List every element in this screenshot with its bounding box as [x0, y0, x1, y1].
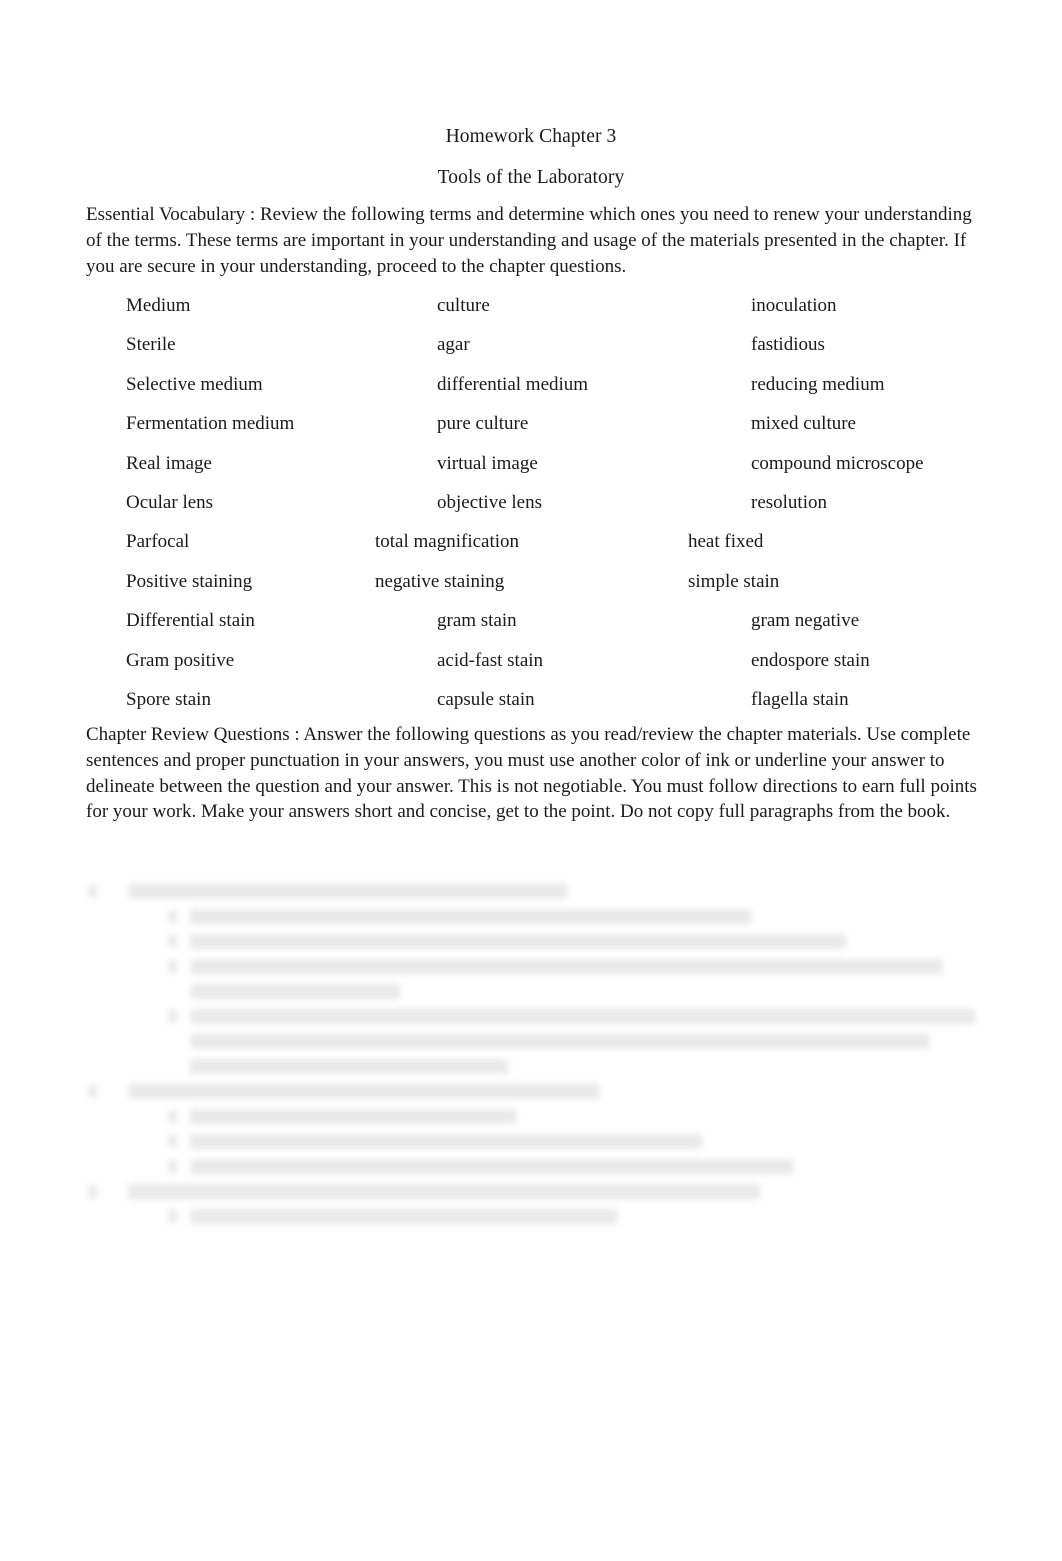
vocabulary-row: Medium culture inoculation	[0, 294, 1062, 318]
page-title: Homework Chapter 3	[445, 126, 617, 147]
vocabulary-term: acid-fast stain	[437, 649, 544, 671]
blurred-answer-line	[190, 1159, 794, 1174]
vocabulary-term: negative staining	[375, 570, 505, 592]
list-marker	[88, 1085, 97, 1098]
vocabulary-row: Sterile agar fastidious	[0, 333, 1062, 357]
blurred-answer-line	[190, 1059, 508, 1074]
vocabulary-term: virtual image	[437, 452, 538, 474]
list-marker	[168, 935, 177, 948]
chapter-review-questions-paragraph: Chapter Review Questions : Answer the fo…	[86, 724, 977, 823]
list-marker	[168, 910, 177, 923]
vocabulary-term: gram negative	[751, 610, 860, 632]
document-page: Homework Chapter 3 Tools of the Laborato…	[0, 0, 1062, 1561]
vocabulary-term: Positive staining	[126, 570, 253, 592]
list-marker	[168, 1010, 177, 1023]
vocabulary-row: Real image virtual image compound microsco…	[0, 452, 1062, 476]
vocabulary-term: pure culture	[437, 413, 529, 435]
vocabulary-term: capsule stain	[437, 689, 535, 710]
blurred-answer-line	[128, 884, 568, 899]
list-marker	[168, 1135, 177, 1148]
vocabulary-row: Ocular lens objective lens resolution	[0, 491, 1062, 515]
blurred-answer-line	[190, 1009, 975, 1024]
vocabulary-term: Parfocal	[126, 531, 190, 553]
vocabulary-term: simple stain	[688, 570, 780, 592]
list-marker	[88, 1185, 97, 1198]
blurred-answer-line	[190, 1034, 930, 1049]
vocabulary-term: Sterile	[126, 334, 176, 356]
list-marker	[168, 1110, 177, 1123]
list-marker	[88, 885, 97, 898]
vocabulary-term: Differential stain	[126, 610, 255, 632]
vocabulary-row: Selective medium differential medium reduc…	[0, 373, 1062, 397]
vocabulary-term: Real image	[126, 452, 212, 474]
vocabulary-term: resolution	[751, 492, 827, 513]
vocabulary-term: Gram positive	[126, 649, 235, 671]
blurred-answer-line	[190, 1209, 618, 1224]
vocabulary-term: endospore stain	[751, 649, 870, 671]
vocabulary-term: fastidious	[751, 334, 825, 356]
vocabulary-term: Medium	[126, 295, 191, 316]
vocabulary-row: Parfocal total magnification heat fixed	[0, 530, 1062, 554]
vocabulary-row: Spore stain capsule stain flagella stain	[0, 688, 1062, 712]
blurred-answer-line	[190, 1134, 702, 1149]
vocabulary-term: gram stain	[437, 610, 517, 632]
blurred-answer-line	[190, 909, 752, 924]
essential-vocabulary-paragraph: Essential Vocabulary : Review the follow…	[86, 204, 972, 277]
vocabulary-row: Differential stain gram stain gram negativ…	[0, 609, 1062, 633]
blurred-answer-line	[128, 1084, 600, 1099]
list-marker	[168, 960, 177, 973]
vocabulary-term: Spore stain	[126, 689, 211, 710]
vocabulary-term: compound microscope	[751, 452, 924, 474]
blurred-answer-line	[190, 1109, 516, 1124]
vocabulary-term: culture	[437, 295, 490, 316]
vocabulary-row: Positive staining negative staining simple…	[0, 570, 1062, 594]
blurred-answer-line	[190, 934, 846, 949]
list-marker	[168, 1210, 177, 1223]
vocabulary-row: Fermentation medium pure culture mixed cul…	[0, 412, 1062, 436]
vocabulary-term: reducing medium	[751, 373, 885, 395]
vocabulary-row: Gram positive acid-fast stain endospore st…	[0, 649, 1062, 673]
vocabulary-term: inoculation	[751, 295, 837, 316]
vocabulary-term: Selective medium	[126, 373, 263, 395]
blurred-answer-line	[190, 959, 942, 974]
vocabulary-term: mixed culture	[751, 413, 856, 435]
blurred-answer-line	[128, 1184, 760, 1199]
vocabulary-term: differential medium	[437, 373, 589, 395]
vocabulary-term: Fermentation medium	[126, 413, 295, 435]
vocabulary-term: flagella stain	[751, 689, 849, 710]
vocabulary-term: objective lens	[437, 492, 542, 513]
vocabulary-term: heat fixed	[688, 531, 764, 553]
vocabulary-term: total magnification	[375, 531, 520, 553]
vocabulary-term: agar	[437, 334, 470, 356]
page-subtitle: Tools of the Laboratory	[437, 167, 625, 188]
blurred-answer-line	[190, 984, 400, 999]
vocabulary-term: Ocular lens	[126, 492, 214, 513]
list-marker	[168, 1160, 177, 1173]
